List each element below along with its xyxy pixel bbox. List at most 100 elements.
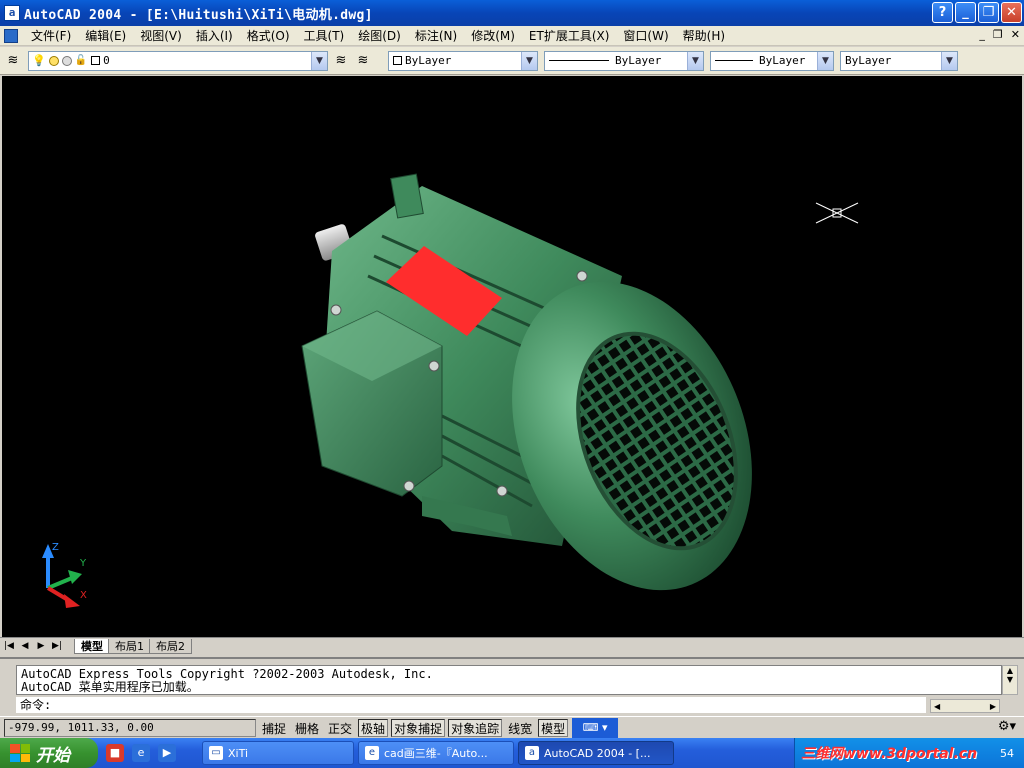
model-space-toggle[interactable]: 模型	[538, 718, 569, 737]
ucs-z-label: Z	[52, 542, 59, 553]
help-button[interactable]: ?	[932, 2, 953, 23]
ucs-axis-icon: Z Y X	[42, 542, 87, 608]
menu-tools[interactable]: 工具(T)	[297, 27, 352, 44]
linetype-dropdown[interactable]: ByLayer ▼	[544, 50, 704, 71]
properties-toolbar: ≋ 💡 🔓 0 ▼ ≋ ≋ ByLayer ▼ ByLayer ▼ ByLaye…	[0, 47, 1024, 75]
layer-color-swatch	[91, 56, 101, 65]
layer-name: 0	[103, 54, 110, 67]
first-tab-icon[interactable]: |◀	[2, 639, 16, 653]
doc-restore-button[interactable]: ❐	[993, 28, 1003, 41]
media-icon[interactable]: ▶	[158, 744, 176, 762]
doc-minimize-button[interactable]: _	[979, 28, 985, 41]
plotstyle-dropdown[interactable]: ByLayer ▼	[840, 50, 958, 71]
make-layer-current-icon[interactable]: ≋	[332, 52, 350, 70]
system-tray: 三维网www.3dportal.cn 54	[794, 738, 1024, 768]
lineweight-dropdown[interactable]: ByLayer ▼	[710, 50, 834, 71]
title-bar: a AutoCAD 2004 - [E:\Huitushi\XiTi\电动机.d…	[0, 0, 1024, 26]
linetype-value: ByLayer	[615, 54, 662, 67]
menu-file[interactable]: 文件(F)	[24, 27, 78, 44]
polar-toggle[interactable]: 极轴	[358, 718, 389, 737]
menu-draw[interactable]: 绘图(D)	[351, 27, 408, 44]
ie-icon[interactable]: e	[132, 744, 150, 762]
command-hscroll[interactable]: ◀ ▶	[930, 699, 1000, 713]
tab-layout2[interactable]: 布局2	[149, 638, 192, 654]
motor-model	[301, 173, 859, 591]
ucs-y-label: Y	[79, 558, 87, 569]
layer-previous-icon[interactable]: ≋	[354, 52, 372, 70]
start-label: 开始	[36, 745, 70, 766]
windows-logo-icon	[10, 744, 30, 762]
color-value: ByLayer	[405, 54, 452, 67]
coordinate-readout[interactable]: -979.99, 1011.33, 0.00	[4, 718, 256, 737]
ie-icon: e	[365, 746, 379, 760]
layout-tabs-bar: |◀ ◀ ▶ ▶| 模型 布局1 布局2	[0, 637, 1024, 654]
windows-taskbar: 开始 ■ e ▶ ▭ XiTi e cad画三维-『Auto... a Auto…	[0, 738, 1024, 768]
menu-window[interactable]: 窗口(W)	[616, 27, 675, 44]
lock-icon: 🔓	[74, 55, 88, 66]
menu-format[interactable]: 格式(O)	[240, 27, 297, 44]
restore-button[interactable]: ❐	[978, 2, 999, 23]
quicklaunch-app-icon[interactable]: ■	[106, 744, 124, 762]
doc-close-button[interactable]: ✕	[1011, 28, 1020, 41]
layer-dropdown[interactable]: 💡 🔓 0 ▼	[28, 50, 328, 71]
document-icon[interactable]	[4, 28, 18, 43]
tab-model[interactable]: 模型	[74, 638, 110, 654]
menu-dimension[interactable]: 标注(N)	[408, 27, 464, 44]
menu-modify[interactable]: 修改(M)	[464, 27, 522, 44]
plotstyle-value: ByLayer	[845, 54, 892, 67]
history-line: AutoCAD 菜单实用程序已加载。	[21, 680, 199, 694]
chevron-down-icon[interactable]: ▼	[311, 51, 327, 70]
chevron-down-icon[interactable]: ▼	[941, 51, 957, 70]
color-dropdown[interactable]: ByLayer ▼	[388, 50, 538, 71]
window-title: AutoCAD 2004 - [E:\Huitushi\XiTi\电动机.dwg…	[24, 7, 373, 23]
autocad-app-icon[interactable]: a	[4, 5, 20, 21]
close-button[interactable]: ✕	[1001, 2, 1022, 23]
ortho-toggle[interactable]: 正交	[325, 719, 355, 737]
task-browser[interactable]: e cad画三维-『Auto...	[358, 741, 514, 765]
snap-toggle[interactable]: 捕捉	[259, 719, 289, 737]
menu-bar: 文件(F) 编辑(E) 视图(V) 插入(I) 格式(O) 工具(T) 绘图(D…	[0, 26, 1024, 46]
task-label: cad画三维-『Auto...	[384, 747, 488, 760]
ucs-x-label: X	[80, 590, 87, 601]
sun-icon	[48, 55, 59, 66]
osnap-toggle[interactable]: 对象捕捉	[391, 718, 446, 737]
command-line-input[interactable]: 命令:	[16, 697, 926, 713]
last-tab-icon[interactable]: ▶|	[50, 639, 64, 653]
command-window: AutoCAD Express Tools Copyright ?2002-20…	[0, 657, 1024, 715]
lineweight-toggle[interactable]: 线宽	[505, 719, 535, 737]
autocad-icon: a	[525, 746, 539, 760]
grid-toggle[interactable]: 栅格	[292, 719, 322, 737]
linetype-sample	[549, 60, 609, 61]
history-scrollbar[interactable]: ▲ ▼	[1002, 665, 1018, 695]
lightbulb-icon: 💡	[32, 54, 46, 67]
task-xiti[interactable]: ▭ XiTi	[202, 741, 354, 765]
folder-icon: ▭	[209, 746, 223, 760]
chevron-down-icon[interactable]: ▼	[521, 51, 537, 70]
minimize-button[interactable]: _	[955, 2, 976, 23]
clock[interactable]: 54	[1000, 747, 1014, 760]
menu-help[interactable]: 帮助(H)	[676, 27, 732, 44]
task-autocad[interactable]: a AutoCAD 2004 - [...	[518, 741, 674, 765]
chevron-down-icon[interactable]: ▼	[687, 51, 703, 70]
keyboard-icon[interactable]: ⌨ ▾	[572, 717, 619, 738]
layers-icon[interactable]: ≋	[4, 52, 22, 70]
status-bar: -979.99, 1011.33, 0.00 捕捉 栅格 正交 极轴 对象捕捉 …	[0, 716, 1024, 738]
start-button[interactable]: 开始	[0, 738, 98, 768]
menu-view[interactable]: 视图(V)	[133, 27, 189, 44]
lineweight-sample	[715, 60, 753, 61]
menu-express-tools[interactable]: ET扩展工具(X)	[522, 27, 617, 44]
task-label: AutoCAD 2004 - [...	[544, 746, 651, 760]
next-tab-icon[interactable]: ▶	[34, 639, 48, 653]
menu-edit[interactable]: 编辑(E)	[78, 27, 133, 44]
otrack-toggle[interactable]: 对象追踪	[448, 718, 503, 737]
drawing-canvas[interactable]: Z Y X	[2, 76, 1022, 637]
watermark-text: 三维网www.3dportal.cn	[801, 746, 978, 762]
menu-insert[interactable]: 插入(I)	[189, 27, 240, 44]
tray-settings-icon[interactable]: ⚙▾	[998, 719, 1016, 734]
chevron-down-icon[interactable]: ▼	[817, 51, 833, 70]
tab-layout1[interactable]: 布局1	[108, 638, 151, 654]
crosshair-cursor	[815, 202, 859, 224]
command-history: AutoCAD Express Tools Copyright ?2002-20…	[16, 665, 1002, 695]
task-label: XiTi	[228, 746, 249, 760]
prev-tab-icon[interactable]: ◀	[18, 639, 32, 653]
